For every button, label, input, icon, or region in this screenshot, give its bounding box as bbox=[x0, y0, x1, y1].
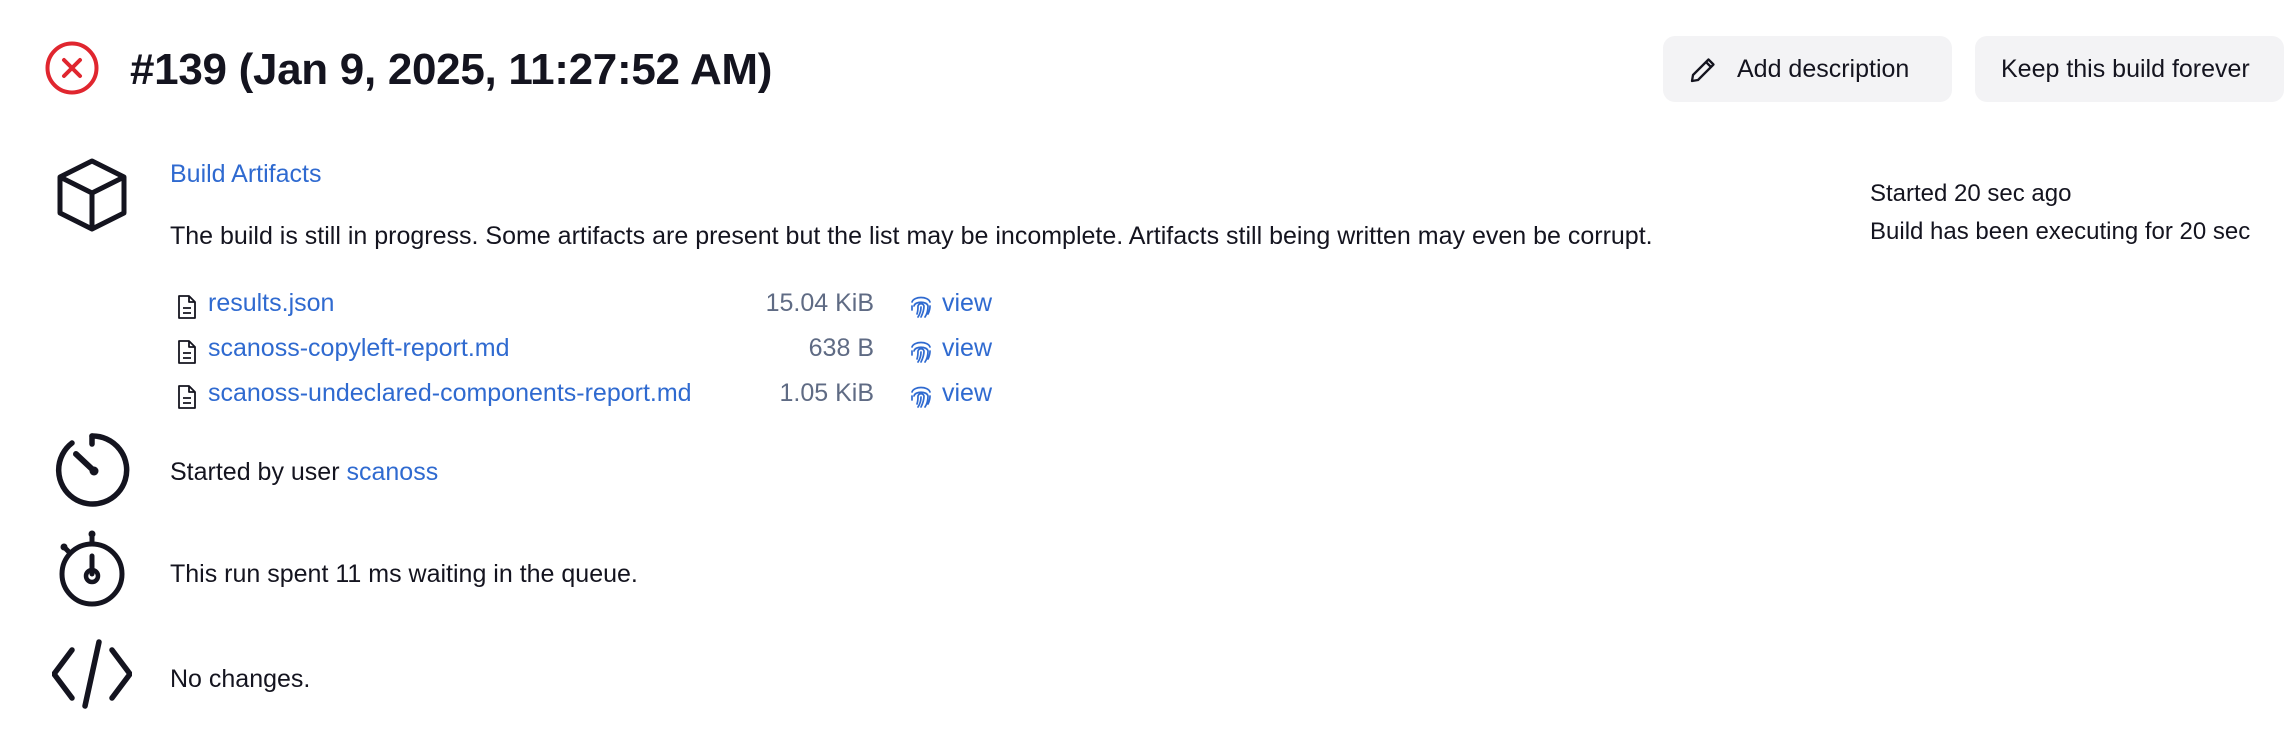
queue-time-text: This run spent 11 ms waiting in the queu… bbox=[170, 560, 638, 588]
artifact-file-link[interactable]: scanoss-undeclared-components-report.md bbox=[208, 376, 692, 410]
page-title: #139 (Jan 9, 2025, 11:27:52 AM) bbox=[130, 45, 773, 94]
package-icon bbox=[57, 158, 127, 232]
started-by-line: Started by user scanoss bbox=[170, 455, 438, 489]
artifact-view-link[interactable]: view bbox=[942, 376, 992, 410]
pencil-icon bbox=[1690, 58, 1715, 83]
artifact-file-size: 638 B bbox=[808, 334, 874, 362]
file-icon bbox=[178, 385, 196, 409]
started-by-prefix: Started by user bbox=[170, 458, 347, 486]
artifact-file-link[interactable]: scanoss-copyleft-report.md bbox=[208, 331, 510, 365]
artifact-file-size: 1.05 KiB bbox=[779, 379, 874, 407]
file-icon bbox=[178, 340, 196, 364]
keep-build-forever-button[interactable]: Keep this build forever bbox=[1975, 36, 2284, 102]
file-icon bbox=[178, 295, 196, 319]
keep-build-forever-label: Keep this build forever bbox=[2001, 55, 2250, 83]
fingerprint-icon[interactable] bbox=[908, 382, 934, 410]
artifact-view-link[interactable]: view bbox=[942, 331, 992, 365]
executing-duration-text: Build has been executing for 20 sec bbox=[1870, 218, 2251, 245]
artifact-row: results.json 15.04 KiB view bbox=[170, 284, 1010, 324]
user-link[interactable]: scanoss bbox=[346, 458, 438, 486]
changes-text: No changes. bbox=[170, 665, 311, 693]
add-description-button[interactable]: Add description bbox=[1663, 36, 1952, 102]
fingerprint-icon[interactable] bbox=[908, 337, 934, 365]
artifacts-in-progress-note: The build is still in progress. Some art… bbox=[170, 222, 1653, 250]
artifact-row: scanoss-copyleft-report.md 638 B view bbox=[170, 329, 1010, 369]
started-ago-text: Started 20 sec ago bbox=[1870, 180, 2072, 207]
artifact-file-size: 15.04 KiB bbox=[765, 289, 874, 317]
code-icon bbox=[52, 639, 132, 709]
stopwatch-icon bbox=[59, 530, 125, 607]
artifact-row: scanoss-undeclared-components-report.md … bbox=[170, 374, 1010, 414]
artifact-view-link[interactable]: view bbox=[942, 286, 992, 320]
artifact-file-link[interactable]: results.json bbox=[208, 286, 334, 320]
speedometer-icon bbox=[56, 433, 130, 507]
build-artifacts-link[interactable]: Build Artifacts bbox=[170, 157, 321, 191]
add-description-label: Add description bbox=[1737, 55, 1910, 83]
fingerprint-icon[interactable] bbox=[908, 292, 934, 320]
failed-status-icon bbox=[45, 41, 99, 95]
